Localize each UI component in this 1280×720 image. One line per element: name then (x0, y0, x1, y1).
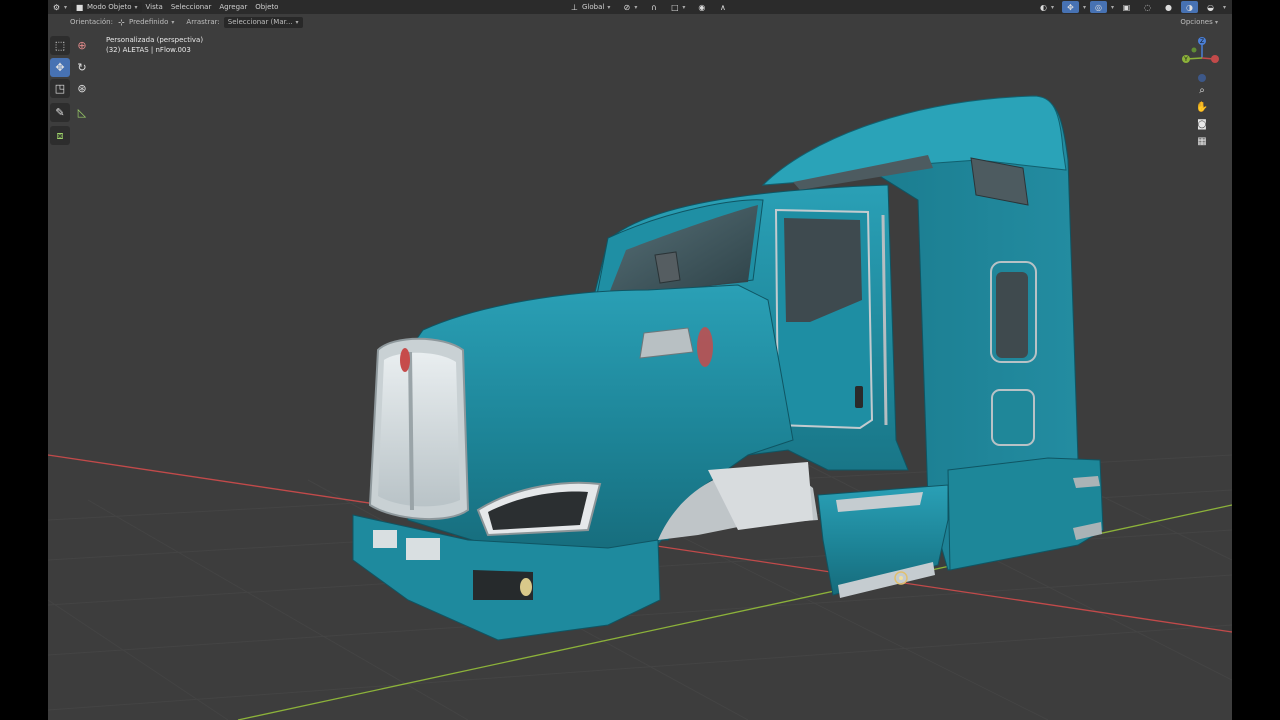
snap-target[interactable]: □ ▾ (666, 1, 689, 13)
overlays-icon: ◎ (1094, 2, 1102, 12)
cursor-icon: ⊕ (77, 39, 87, 52)
eye-icon: ◐ (1039, 2, 1047, 12)
gizmo-icon: ✥ (1067, 2, 1074, 12)
chevron-down-icon: ▾ (1214, 19, 1218, 26)
grid-view-icon[interactable]: ▦ (1195, 135, 1209, 149)
tool-settings-bar: Orientación: ⊹ Predefinido ▾ Arrastrar: … (48, 14, 1232, 30)
y-axis-label: Y (1183, 56, 1188, 63)
shading-wireframe[interactable]: ◌ (1139, 1, 1156, 13)
rotate-tool[interactable]: ↻ (72, 58, 92, 77)
global-axes-icon: ⊥ (571, 2, 578, 12)
object-info: (32) ALETAS | nFlow.003 (106, 46, 191, 54)
chevron-down-icon[interactable]: ▾ (1223, 4, 1226, 11)
shading-rendered[interactable]: ◒ (1202, 1, 1219, 13)
orientation-value-dropdown[interactable]: ⊹ Predefinido ▾ (113, 16, 178, 28)
magnet-icon: ∩ (650, 2, 657, 12)
viewport-header: ⚙ ▾ ■ Modo Objeto ▾ Vista Seleccionar Agr… (48, 0, 1232, 14)
viewport-scene[interactable] (48, 0, 1232, 720)
overlays-toggle[interactable]: ◎ (1089, 1, 1107, 13)
visibility-dropdown[interactable]: ◐ ▾ (1035, 1, 1058, 13)
object-mode-icon: ■ (75, 2, 84, 12)
zoom-icon[interactable]: ⌕ (1195, 84, 1209, 98)
orientation-label: Global (582, 3, 605, 11)
scale-tool[interactable]: ◳ (50, 79, 70, 98)
x-axis-icon (1211, 55, 1219, 63)
navigation-gizmo[interactable]: Z Y ⌕ ✋ ◙ ▦ (1172, 34, 1232, 164)
editor-type-icon: ⚙ (52, 2, 61, 12)
right-letterbox (1232, 0, 1280, 720)
wireframe-sphere-icon: ◌ (1143, 2, 1151, 12)
proportional-edit-toggle[interactable]: ◉ (693, 1, 710, 13)
add-cube-icon: ⧈ (56, 128, 64, 142)
orientation-label: Orientación: (70, 18, 113, 26)
truck-model (352, 95, 1104, 641)
3d-viewport[interactable]: ⚙ ▾ ■ Modo Objeto ▾ Vista Seleccionar Agr… (48, 0, 1232, 720)
scale-icon: ◳ (54, 82, 66, 95)
pan-hand-icon[interactable]: ✋ (1195, 101, 1209, 115)
measure-tool[interactable]: ◺ (72, 103, 92, 122)
viewport-shading-group: ◐ ▾ ✥ ▾ ◎ ▾ ▣ ◌ ● ◑ ◒ ▾ (1035, 1, 1226, 13)
orientation-value: Predefinido (128, 18, 169, 26)
menu-vista[interactable]: Vista (142, 1, 167, 13)
transform-tool[interactable]: ⊛ (72, 79, 92, 98)
measure-icon: ◺ (77, 106, 87, 119)
mode-dropdown[interactable]: ■ Modo Objeto ▾ (71, 1, 142, 13)
material-sphere-icon: ◑ (1185, 2, 1193, 12)
viewport-info: Personalizada (perspectiva) (32) ALETAS … (106, 35, 203, 55)
menu-objeto[interactable]: Objeto (251, 1, 282, 13)
chevron-down-icon: ▾ (171, 18, 175, 26)
menu-agregar[interactable]: Agregar (215, 1, 251, 13)
z-axis-label: Z (1200, 38, 1204, 45)
move-tool[interactable]: ✥ (50, 58, 70, 77)
menu-seleccionar[interactable]: Seleccionar (167, 1, 216, 13)
rotate-icon: ↻ (77, 61, 87, 74)
chevron-down-icon: ▾ (607, 3, 611, 11)
view-name: Personalizada (perspectiva) (106, 36, 204, 44)
snap-toggle[interactable]: ∩ (645, 1, 662, 13)
left-letterbox (0, 0, 48, 720)
select-box-tool[interactable]: ⬚ (50, 36, 70, 55)
solid-sphere-icon: ● (1164, 2, 1172, 12)
annotate-tool[interactable]: ✎ (50, 103, 70, 122)
drag-value: Seleccionar (Mar... (227, 18, 293, 26)
transform-orientation-group: ⊥ Global ▾ ⊘ ▾ ∩ □ ▾ ◉ ∧ (566, 1, 731, 13)
options-label: Opciones (1180, 18, 1213, 26)
rendered-sphere-icon: ◒ (1206, 2, 1214, 12)
move-icon: ✥ (55, 61, 65, 74)
add-cube-tool[interactable]: ⧈ (50, 126, 70, 145)
editor-type-button[interactable]: ⚙ ▾ (48, 1, 71, 13)
orientation-dropdown[interactable]: ⊥ Global ▾ (566, 1, 614, 13)
shading-solid[interactable]: ● (1160, 1, 1177, 13)
drag-value-dropdown[interactable]: Seleccionar (Mar... ▾ (223, 16, 303, 28)
chevron-down-icon: ▾ (295, 18, 299, 26)
camera-icon[interactable]: ◙ (1195, 118, 1209, 132)
neg-z-axis-icon (1198, 74, 1206, 82)
transform-icon: ⊛ (77, 82, 87, 95)
select-box-icon: ⬚ (54, 39, 66, 52)
pivot-icon: ⊘ (623, 2, 631, 12)
options-button[interactable]: Opciones ▾ (1180, 18, 1218, 26)
axes-icon: ⊹ (118, 17, 125, 27)
mode-label: Modo Objeto (87, 3, 132, 11)
gizmo-toggle[interactable]: ✥ (1061, 1, 1079, 13)
xray-icon: ▣ (1122, 2, 1131, 12)
cursor-tool[interactable]: ⊕ (72, 36, 92, 55)
shading-material[interactable]: ◑ (1180, 1, 1198, 13)
falloff-dropdown[interactable]: ∧ (714, 1, 731, 13)
snap-increment-icon: □ (671, 2, 679, 12)
pivot-dropdown[interactable]: ⊘ ▾ (618, 1, 641, 13)
falloff-icon: ∧ (719, 2, 726, 12)
proportional-edit-icon: ◉ (698, 2, 706, 12)
chevron-down-icon: ▾ (134, 3, 138, 11)
drag-label: Arrastrar: (186, 18, 220, 26)
annotate-icon: ✎ (55, 106, 65, 119)
xray-toggle[interactable]: ▣ (1118, 1, 1135, 13)
